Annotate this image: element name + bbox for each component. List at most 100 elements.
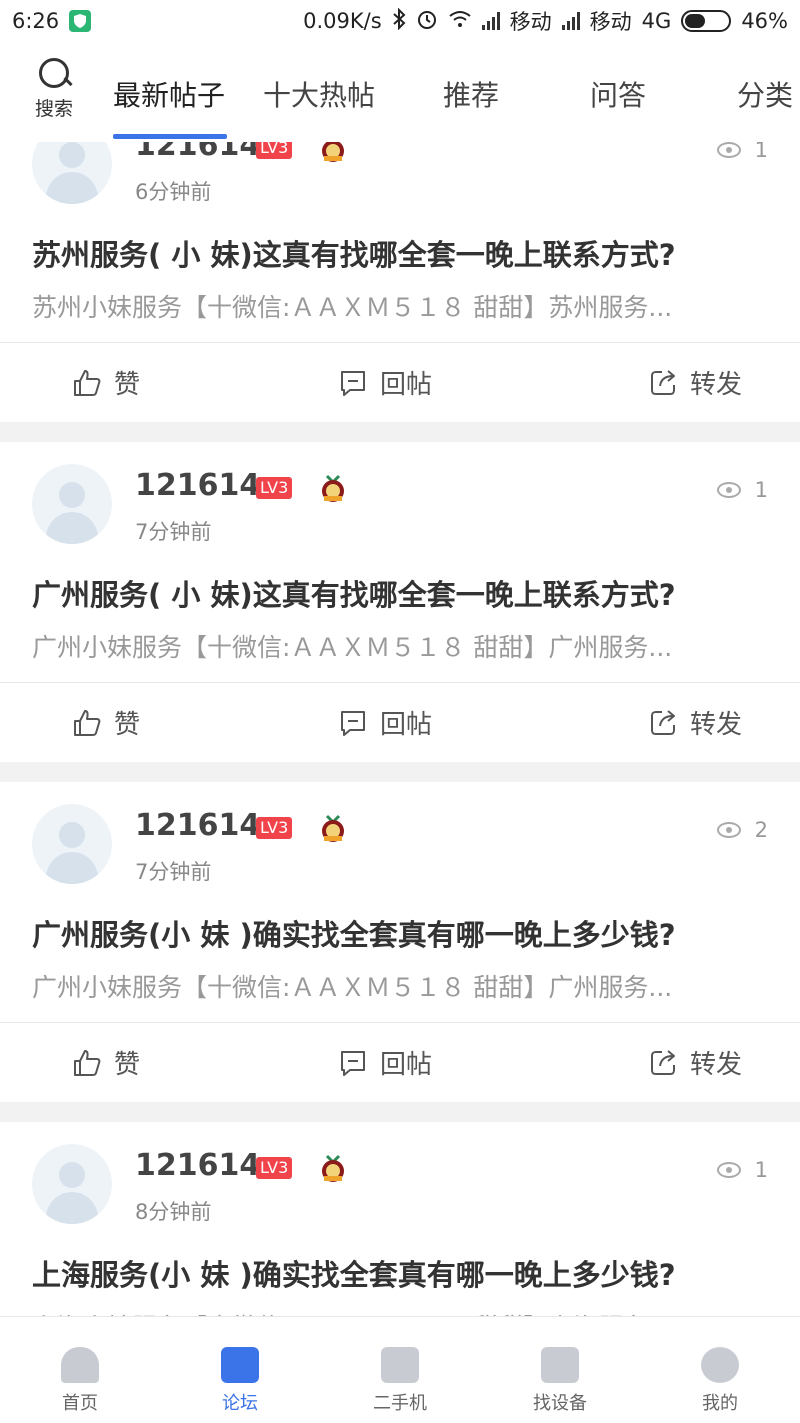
- level-badge: LV3: [256, 142, 293, 159]
- secondhand-icon: [381, 1347, 419, 1383]
- home-icon: [61, 1347, 99, 1383]
- tab-qa[interactable]: 问答: [590, 74, 646, 114]
- signal-icon: [481, 12, 500, 30]
- eye-icon: [716, 142, 741, 158]
- share-label: 转发: [690, 1050, 743, 1080]
- signal-icon: [561, 12, 580, 30]
- tabbar-find-device[interactable]: 找设备: [500, 1317, 620, 1423]
- like-label: 赞: [114, 710, 141, 740]
- tabbar-home-label: 首页: [62, 1393, 98, 1414]
- post-time: 8分钟前: [135, 1200, 212, 1224]
- like-button[interactable]: 赞: [72, 364, 140, 401]
- search-button[interactable]: 搜索: [24, 58, 84, 121]
- view-count-value: 1: [754, 1158, 768, 1182]
- tabbar-secondhand-label: 二手机: [373, 1393, 427, 1414]
- profile-icon: [701, 1347, 739, 1383]
- thumbs-up-icon: [74, 369, 101, 396]
- tab-latest-posts[interactable]: 最新帖子: [113, 74, 225, 114]
- post-username[interactable]: 121614: [135, 1148, 260, 1183]
- tabbar-forum-label: 论坛: [222, 1393, 258, 1414]
- tab-recommend[interactable]: 推荐: [443, 74, 499, 114]
- reply-button[interactable]: 回帖: [338, 364, 432, 401]
- medal-icon: [318, 814, 348, 844]
- post-card[interactable]: 121614 LV3 7分钟前 1 广州服务( 小 妹)这真有找哪全套一晚上联系…: [0, 442, 800, 762]
- post-snippet[interactable]: 苏州小妹服务【十微信:ＡＡＸＭ５１８ 甜甜】苏州服务...: [32, 288, 772, 324]
- search-icon: [37, 58, 71, 92]
- post-username[interactable]: 121614: [135, 468, 260, 503]
- divider: [0, 682, 800, 683]
- battery-percent: 46%: [741, 9, 788, 33]
- tab-top-ten[interactable]: 十大热帖: [263, 74, 375, 114]
- post-title[interactable]: 苏州服务( 小 妹)这真有找哪全套一晚上联系方式?: [32, 232, 676, 274]
- tabbar-find-device-label: 找设备: [533, 1393, 587, 1414]
- post-feed[interactable]: 121614 LV3 6分钟前 1 苏州服务( 小 妹)这真有找哪全套一晚上联系…: [0, 142, 800, 1316]
- post-snippet[interactable]: 上海小妹服务【十微信:ＡＡＸＭ５１８ 甜甜】上海服务...: [32, 1308, 772, 1316]
- share-button[interactable]: 转发: [648, 364, 742, 401]
- bottom-tab-bar: 首页 论坛 二手机 找设备 我的: [0, 1316, 800, 1422]
- view-count: 1: [716, 1158, 768, 1182]
- eye-icon: [716, 482, 741, 498]
- status-bar: 6:26 0.09K/s 移动 移动 4G 46%: [0, 0, 800, 42]
- comment-icon: [341, 710, 365, 736]
- forum-icon: [221, 1347, 259, 1383]
- avatar[interactable]: [32, 1144, 112, 1224]
- tabbar-home[interactable]: 首页: [20, 1317, 140, 1423]
- post-card[interactable]: 121614 LV3 6分钟前 1 苏州服务( 小 妹)这真有找哪全套一晚上联系…: [0, 142, 800, 422]
- battery-icon: [681, 10, 732, 32]
- share-button[interactable]: 转发: [648, 1044, 742, 1081]
- tabbar-secondhand[interactable]: 二手机: [340, 1317, 460, 1423]
- view-count: 1: [716, 478, 768, 502]
- like-label: 赞: [114, 1050, 141, 1080]
- shield-icon: [69, 10, 92, 32]
- avatar[interactable]: [32, 464, 112, 544]
- active-tab-indicator: [113, 134, 227, 139]
- reply-button[interactable]: 回帖: [338, 1044, 432, 1081]
- post-separator: [0, 422, 800, 442]
- post-separator: [0, 762, 800, 782]
- avatar[interactable]: [32, 142, 112, 204]
- like-button[interactable]: 赞: [72, 704, 140, 741]
- thumbs-up-icon: [74, 1049, 101, 1076]
- post-username[interactable]: 121614: [135, 142, 260, 163]
- post-separator: [0, 1102, 800, 1122]
- top-nav: 搜索 最新帖子 十大热帖 推荐 问答 分类: [0, 42, 800, 142]
- post-snippet[interactable]: 广州小妹服务【十微信:ＡＡＸＭ５１８ 甜甜】广州服务...: [32, 968, 772, 1004]
- medal-icon: [318, 1154, 348, 1184]
- post-snippet[interactable]: 广州小妹服务【十微信:ＡＡＸＭ５１８ 甜甜】广州服务...: [32, 628, 772, 664]
- post-time: 6分钟前: [135, 180, 212, 204]
- like-label: 赞: [114, 370, 141, 400]
- search-label: 搜索: [34, 98, 73, 120]
- carrier-1: 移动: [509, 10, 552, 34]
- view-count-value: 2: [754, 818, 768, 842]
- like-button[interactable]: 赞: [72, 1044, 140, 1081]
- level-badge: LV3: [256, 1157, 293, 1179]
- divider: [0, 1022, 800, 1023]
- share-icon: [651, 369, 675, 395]
- share-button[interactable]: 转发: [648, 704, 742, 741]
- post-title[interactable]: 广州服务(小 妹 )确实找全套真有哪一晚上多少钱?: [32, 912, 676, 954]
- share-icon: [651, 1049, 675, 1075]
- post-card[interactable]: 121614 LV3 7分钟前 2 广州服务(小 妹 )确实找全套真有哪一晚上多…: [0, 782, 800, 1102]
- view-count-value: 1: [754, 478, 768, 502]
- network-type: 4G: [641, 9, 672, 33]
- reply-button[interactable]: 回帖: [338, 704, 432, 741]
- avatar[interactable]: [32, 804, 112, 884]
- post-card[interactable]: 121614 LV3 8分钟前 1 上海服务(小 妹 )确实找全套真有哪一晚上多…: [0, 1122, 800, 1316]
- post-username[interactable]: 121614: [135, 808, 260, 843]
- carrier-2: 移动: [589, 10, 632, 34]
- tabbar-forum[interactable]: 论坛: [180, 1317, 300, 1423]
- view-count: 2: [716, 818, 768, 842]
- find-device-icon: [541, 1347, 579, 1383]
- post-title[interactable]: 上海服务(小 妹 )确实找全套真有哪一晚上多少钱?: [32, 1252, 676, 1294]
- medal-icon: [318, 142, 348, 164]
- alarm-icon: [416, 8, 438, 35]
- post-title[interactable]: 广州服务( 小 妹)这真有找哪全套一晚上联系方式?: [32, 572, 676, 614]
- reply-label: 回帖: [380, 370, 433, 400]
- view-count-value: 1: [754, 142, 768, 162]
- reply-label: 回帖: [380, 1050, 433, 1080]
- share-label: 转发: [690, 370, 743, 400]
- bluetooth-icon: [392, 7, 406, 35]
- tab-category[interactable]: 分类: [737, 74, 793, 114]
- level-badge: LV3: [256, 477, 293, 499]
- tabbar-profile[interactable]: 我的: [660, 1317, 780, 1423]
